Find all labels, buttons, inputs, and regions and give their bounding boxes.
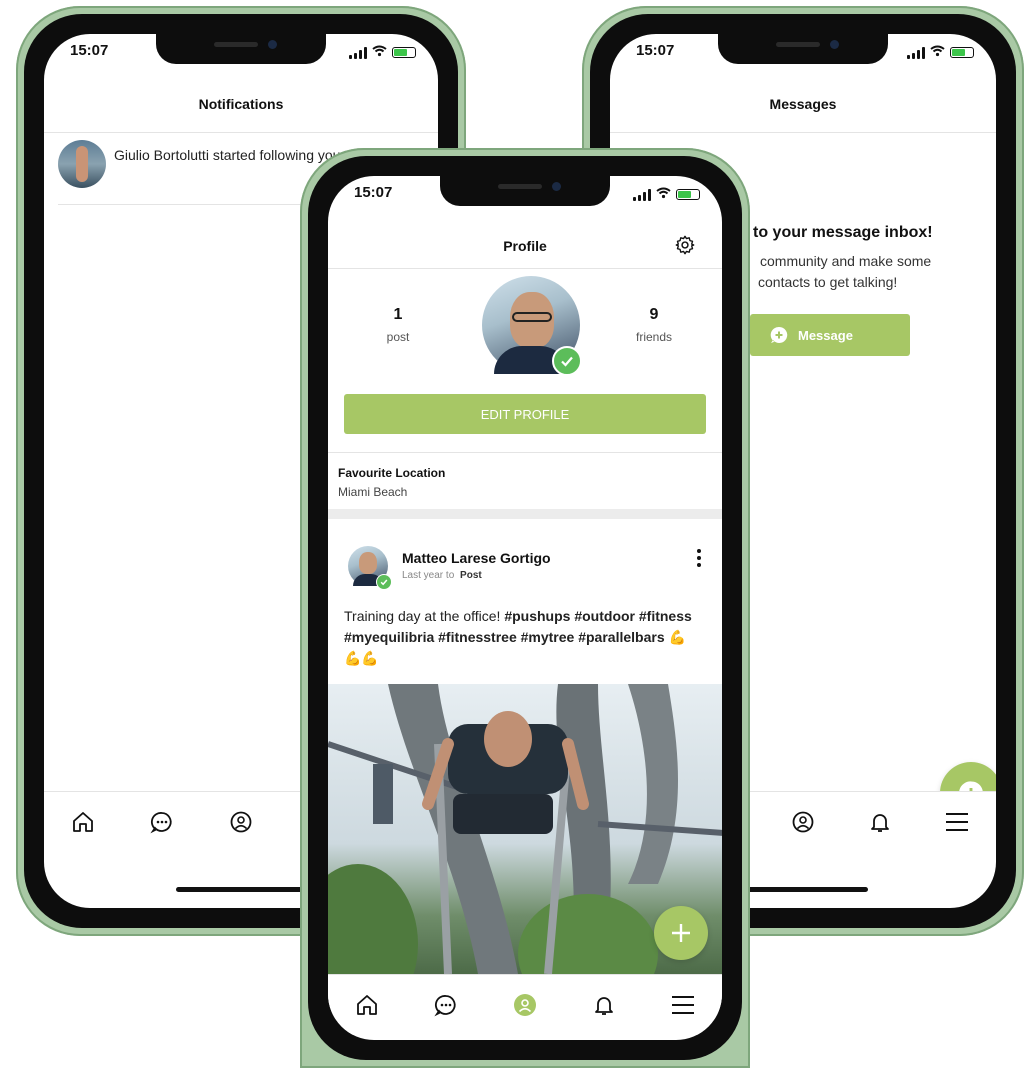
- wifi-icon: [656, 186, 671, 203]
- tab-menu[interactable]: [943, 808, 971, 836]
- avatar: [58, 140, 106, 188]
- bell-icon: [871, 814, 890, 832]
- home-icon: [357, 995, 378, 1015]
- tab-messages[interactable]: [432, 991, 460, 1019]
- friends-count: 9: [649, 306, 659, 323]
- profile-icon: [792, 811, 814, 833]
- wifi-icon: [930, 44, 945, 61]
- check-icon: [561, 356, 573, 367]
- battery-icon: [950, 47, 974, 58]
- status-time: 15:07: [70, 42, 109, 59]
- create-post-fab[interactable]: [654, 906, 708, 960]
- tab-profile-active[interactable]: [511, 991, 539, 1019]
- post-text: Training day at the office! #pushups #ou…: [344, 606, 702, 669]
- tab-menu[interactable]: [669, 991, 697, 1019]
- phone-profile: 15:07 Profile 1 post 9 friends EDIT PROF…: [300, 148, 750, 1068]
- status-icons: [907, 44, 974, 61]
- post-meta: Last year to Post: [402, 570, 482, 581]
- post-text-plain: Training day at the office!: [344, 608, 501, 624]
- post-image[interactable]: [328, 684, 722, 974]
- tab-home[interactable]: [69, 808, 97, 836]
- status-icons: [633, 186, 700, 203]
- battery-icon: [676, 189, 700, 200]
- home-indicator: [176, 887, 306, 892]
- post-meta-target[interactable]: Post: [460, 570, 482, 581]
- status-bar: 15:07: [354, 184, 700, 204]
- home-icon: [73, 812, 94, 832]
- tab-bar: [328, 974, 722, 1035]
- avatar-glasses: [512, 312, 552, 322]
- tab-home[interactable]: [353, 991, 381, 1019]
- divider: [328, 268, 722, 269]
- posts-label: post: [386, 330, 410, 344]
- check-icon: [380, 579, 388, 586]
- home-indicator: [738, 887, 868, 892]
- status-bar: 15:07: [70, 42, 416, 62]
- status-bar: 15:07: [636, 42, 974, 62]
- tab-notifications[interactable]: [866, 808, 894, 836]
- divider: [328, 452, 722, 453]
- signal-icon: [907, 46, 925, 59]
- divider: [44, 132, 438, 133]
- profile-icon: [513, 994, 536, 1016]
- post-author-name[interactable]: Matteo Larese Gortigo: [402, 550, 551, 566]
- tab-profile[interactable]: [227, 808, 255, 836]
- phone-bezel: 15:07 Profile 1 post 9 friends EDIT PROF…: [308, 156, 742, 1060]
- friends-label: friends: [635, 330, 673, 344]
- post-options-button[interactable]: [696, 548, 708, 570]
- battery-icon: [392, 47, 416, 58]
- page-title: Profile: [503, 238, 547, 254]
- edit-profile-button[interactable]: EDIT PROFILE: [344, 394, 706, 434]
- tab-profile[interactable]: [789, 808, 817, 836]
- avatar-face: [359, 552, 377, 574]
- favourite-location-value: Miami Beach: [338, 485, 408, 499]
- posts-count: 1: [393, 306, 403, 323]
- profile-icon: [230, 811, 252, 833]
- posts-stat[interactable]: 1 post: [358, 306, 438, 344]
- friends-stat[interactable]: 9 friends: [614, 306, 694, 344]
- notification-text: Giulio Bortolutti started following you: [114, 147, 341, 163]
- section-gap: [328, 509, 722, 519]
- menu-icon: [946, 813, 969, 831]
- divider: [610, 132, 996, 133]
- menu-icon: [671, 996, 694, 1014]
- post-author-avatar[interactable]: [348, 546, 392, 590]
- status-icons: [349, 44, 416, 61]
- empty-inbox-body-2: contacts to get talking!: [758, 274, 898, 290]
- verified-badge: [376, 574, 392, 590]
- status-time: 15:07: [354, 184, 393, 201]
- profile-avatar[interactable]: [482, 276, 582, 376]
- page-title: Messages: [769, 96, 837, 112]
- settings-button[interactable]: [674, 234, 698, 258]
- tab-messages[interactable]: [148, 808, 176, 836]
- message-button-label: Message: [798, 327, 853, 343]
- more-vertical-icon: [697, 549, 701, 567]
- post-meta-prefix: Last year to: [402, 570, 455, 581]
- plus-icon: [672, 924, 690, 942]
- gear-icon: [675, 235, 695, 255]
- profile-screen: 15:07 Profile 1 post 9 friends EDIT PROF…: [328, 176, 722, 1040]
- verified-badge: [552, 346, 582, 376]
- signal-icon: [633, 188, 651, 201]
- chat-plus-icon: [770, 326, 788, 343]
- tab-notifications[interactable]: [590, 991, 618, 1019]
- chat-icon: [150, 812, 172, 834]
- favourite-location-label: Favourite Location: [338, 466, 446, 480]
- chat-icon: [434, 995, 456, 1017]
- signal-icon: [349, 46, 367, 59]
- empty-inbox-title: to your message inbox!: [753, 224, 933, 241]
- page-title: Notifications: [198, 96, 284, 112]
- message-button[interactable]: Message: [750, 314, 910, 356]
- empty-inbox-body-1: community and make some: [760, 253, 932, 269]
- edit-profile-label: EDIT PROFILE: [480, 406, 570, 422]
- bell-icon: [594, 997, 613, 1015]
- status-time: 15:07: [636, 42, 675, 59]
- wifi-icon: [372, 44, 387, 61]
